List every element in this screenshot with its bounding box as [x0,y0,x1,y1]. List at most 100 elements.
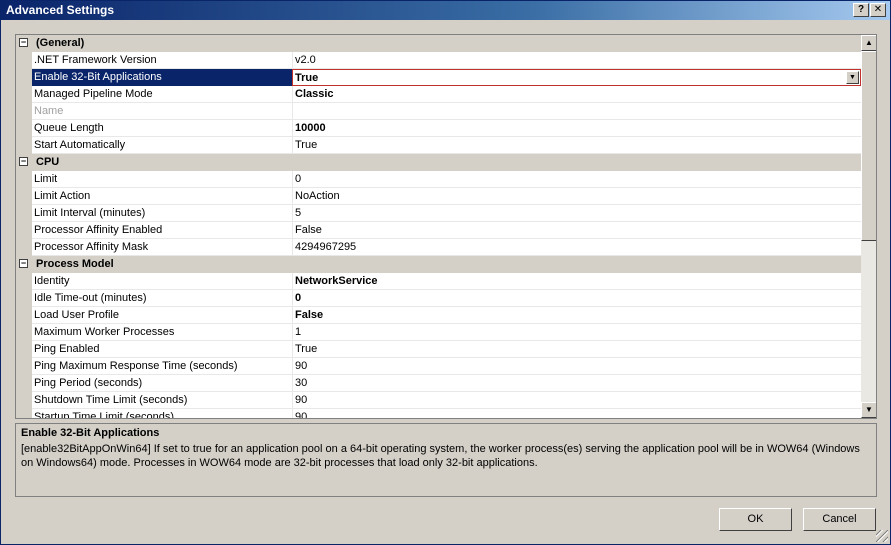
vertical-scrollbar[interactable]: ▲ ▼ [861,35,876,418]
title-bar[interactable]: Advanced Settings ? ✕ [1,1,890,20]
property-row-enable-32-bit-applications[interactable]: Enable 32-Bit Applications True ▼ [16,69,861,86]
scroll-down-button[interactable]: ▼ [861,402,876,418]
row-gutter [16,120,32,137]
property-value[interactable] [292,103,861,120]
row-gutter [16,307,32,324]
property-value[interactable]: 90 [292,392,861,409]
property-row-ping-period-seconds[interactable]: Ping Period (seconds) 30 [16,375,861,392]
row-gutter [16,69,32,86]
category-general[interactable]: − (General) [16,35,861,52]
property-row-limit[interactable]: Limit 0 [16,171,861,188]
property-name[interactable]: Idle Time-out (minutes) [32,290,292,307]
property-value[interactable]: 1 [292,324,861,341]
property-row-limit-interval-minutes[interactable]: Limit Interval (minutes) 5 [16,205,861,222]
row-gutter [16,171,32,188]
property-name[interactable]: Load User Profile [32,307,292,324]
property-row-load-user-profile[interactable]: Load User Profile False [16,307,861,324]
property-name[interactable]: Limit Action [32,188,292,205]
property-value[interactable]: False [292,222,861,239]
property-name[interactable]: Identity [32,273,292,290]
row-gutter [16,392,32,409]
property-name[interactable]: Queue Length [32,120,292,137]
property-value[interactable]: 0 [292,171,861,188]
property-name[interactable]: Ping Enabled [32,341,292,358]
property-value-text: 0 [295,173,302,185]
collapse-toggle-icon[interactable]: − [19,157,28,166]
property-value[interactable]: 30 [292,375,861,392]
property-value[interactable]: 4294967295 [292,239,861,256]
property-row-maximum-worker-processes[interactable]: Maximum Worker Processes 1 [16,324,861,341]
property-value[interactable]: False [292,307,861,324]
property-row-ping-maximum-response-time-seconds[interactable]: Ping Maximum Response Time (seconds) 90 [16,358,861,375]
property-row-startup-time-limit-seconds[interactable]: Startup Time Limit (seconds) 90 [16,409,861,418]
property-value-text: True [295,139,318,151]
scroll-thumb[interactable] [861,51,876,241]
advanced-settings-dialog: Advanced Settings ? ✕ − (General) .NET Fra… [0,0,891,545]
property-name[interactable]: Limit [32,171,292,188]
property-value-text: 90 [295,360,308,372]
property-value-text: 1 [295,326,302,338]
property-value[interactable]: 5 [292,205,861,222]
property-value[interactable]: NoAction [292,188,861,205]
property-row-managed-pipeline-mode[interactable]: Managed Pipeline Mode Classic [16,86,861,103]
close-button[interactable]: ✕ [870,3,886,17]
property-name[interactable]: Start Automatically [32,137,292,154]
property-name[interactable]: Limit Interval (minutes) [32,205,292,222]
row-gutter [16,239,32,256]
property-value[interactable]: True ▼ [292,69,861,86]
property-value[interactable]: NetworkService [292,273,861,290]
property-value[interactable]: 90 [292,409,861,418]
description-panel: Enable 32-Bit Applications [enable32BitA… [15,423,877,497]
property-name[interactable]: Ping Period (seconds) [32,375,292,392]
property-row-limit-action[interactable]: Limit Action NoAction [16,188,861,205]
collapse-toggle-icon[interactable]: − [19,259,28,268]
category-label: (General) [36,37,85,49]
property-name[interactable]: Enable 32-Bit Applications [32,69,292,86]
help-button[interactable]: ? [853,3,869,17]
property-value[interactable]: v2.0 [292,52,861,69]
property-grid: − (General) .NET Framework Version v2.0 Enab… [15,34,877,419]
collapse-toggle-icon[interactable]: − [19,38,28,47]
row-gutter [16,341,32,358]
property-value[interactable]: 10000 [292,120,861,137]
property-value-text: False [295,309,324,321]
property-row-start-automatically[interactable]: Start Automatically True [16,137,861,154]
property-name[interactable]: Processor Affinity Mask [32,239,292,256]
property-name[interactable]: .NET Framework Version [32,52,292,69]
property-value-text: 30 [295,377,308,389]
property-value[interactable]: True [292,137,861,154]
property-value[interactable]: True [292,341,861,358]
property-row-processor-affinity-mask[interactable]: Processor Affinity Mask 4294967295 [16,239,861,256]
property-row-idle-time-out-minutes[interactable]: Idle Time-out (minutes) 0 [16,290,861,307]
property-value[interactable]: Classic [292,86,861,103]
cancel-button[interactable]: Cancel [803,508,876,531]
scroll-up-button[interactable]: ▲ [861,35,876,51]
property-row-name[interactable]: Name [16,103,861,120]
row-gutter [16,86,32,103]
property-row-identity[interactable]: Identity NetworkService [16,273,861,290]
property-value-text: 4294967295 [295,241,357,253]
resize-grip[interactable] [876,530,888,542]
property-name[interactable]: Ping Maximum Response Time (seconds) [32,358,292,375]
row-gutter [16,273,32,290]
category-label: Process Model [36,258,114,270]
property-name[interactable]: Startup Time Limit (seconds) [32,409,292,418]
property-value[interactable]: 0 [292,290,861,307]
property-name[interactable]: Maximum Worker Processes [32,324,292,341]
property-row-shutdown-time-limit-seconds[interactable]: Shutdown Time Limit (seconds) 90 [16,392,861,409]
property-value-text: NoAction [295,190,340,202]
property-row-net-framework-version[interactable]: .NET Framework Version v2.0 [16,52,861,69]
description-text: [enable32BitAppOnWin64] If set to true f… [21,443,860,469]
dropdown-arrow-icon[interactable]: ▼ [846,71,859,84]
property-row-ping-enabled[interactable]: Ping Enabled True [16,341,861,358]
property-name[interactable]: Shutdown Time Limit (seconds) [32,392,292,409]
property-value[interactable]: 90 [292,358,861,375]
category-process-model[interactable]: − Process Model [16,256,861,273]
property-name[interactable]: Name [32,103,292,120]
property-row-queue-length[interactable]: Queue Length 10000 [16,120,861,137]
category-cpu[interactable]: − CPU [16,154,861,171]
property-row-processor-affinity-enabled[interactable]: Processor Affinity Enabled False [16,222,861,239]
property-name[interactable]: Managed Pipeline Mode [32,86,292,103]
ok-button[interactable]: OK [719,508,792,531]
property-name[interactable]: Processor Affinity Enabled [32,222,292,239]
